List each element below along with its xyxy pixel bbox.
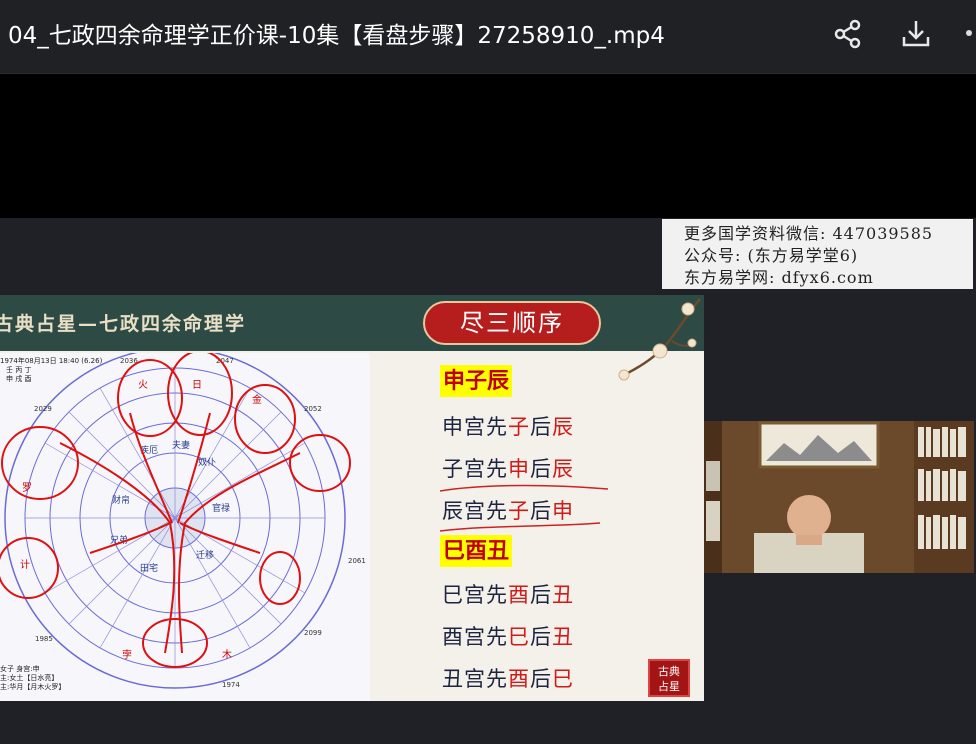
more-icon[interactable]: [966, 30, 972, 36]
share-icon: [834, 19, 861, 49]
chart-footer-line: 女子 身宫:申: [0, 665, 40, 673]
share-button[interactable]: [828, 14, 868, 54]
video-letterbox: [0, 74, 976, 218]
svg-text:奴仆: 奴仆: [198, 456, 216, 468]
slide-topic-pill: 尽三顺序: [423, 301, 601, 345]
svg-text:孛: 孛: [122, 648, 132, 661]
svg-text:财帛: 财帛: [112, 494, 130, 506]
slide-title: 古典占星—七政四余命理学: [0, 313, 247, 335]
webcam-feed: [704, 421, 974, 573]
rule-line: 巳宫先酉后丑: [442, 583, 574, 607]
svg-text:日: 日: [192, 380, 202, 391]
chart-year: 2061: [348, 557, 366, 565]
seal-stamp: 古典 占星: [648, 659, 690, 697]
astrology-chart: 1974年08月13日 18:40 (6.26) 壬 丙 丁 申 戌 酉 疾厄 …: [0, 347, 370, 701]
video-title: 04_七政四余命理学正价课-10集【看盘步骤】27258910_.mp4: [8, 23, 665, 49]
download-icon: [902, 21, 930, 47]
svg-text:金: 金: [252, 393, 262, 406]
chart-header-info: 1974年08月13日 18:40 (6.26) 壬 丙 丁 申 戌 酉: [0, 357, 102, 384]
chart-year: 2052: [304, 405, 322, 413]
seal-text: 古典: [658, 665, 680, 678]
plum-blossom-icon: [618, 298, 701, 381]
rule-line: 酉宫先巳后丑: [442, 625, 574, 649]
rule-line: 申宫先子后辰: [442, 415, 574, 439]
svg-text:火: 火: [138, 379, 148, 391]
chart-year: 2029: [34, 405, 52, 413]
webcam-image: [704, 421, 974, 573]
seal-text: 占星: [658, 680, 680, 693]
watermark-line: 东方易学网: dfyx6.com: [684, 268, 874, 287]
download-button[interactable]: [896, 14, 936, 54]
watermark-line: 更多国学资料微信: 447039585: [684, 224, 934, 243]
chart-footer-line: 主:女土【日水亮】: [0, 674, 59, 682]
svg-text:木: 木: [222, 649, 232, 661]
chart-footer-info: 女子 身宫:申 主:女土【日水亮】 主:华月【月木火罗】: [0, 665, 65, 692]
underline-annotation: [439, 484, 609, 532]
title-bar: 04_七政四余命理学正价课-10集【看盘步骤】27258910_.mp4: [0, 0, 976, 74]
chart-year: 1985: [35, 635, 53, 643]
group-label: 巳酉丑: [440, 535, 513, 567]
svg-text:罗: 罗: [22, 482, 32, 494]
svg-text:田宅: 田宅: [140, 562, 158, 574]
chart-year: 2099: [304, 629, 322, 637]
chart-footer-line: 主:华月【月木火罗】: [0, 683, 66, 691]
chart-header-line: 1974年08月13日 18:40 (6.26): [0, 357, 103, 365]
chart-wheel: 疾厄 夫妻奴仆 财帛官禄 兄弟田宅迁移 火日金 罗计孛木 2036 2047 20…: [0, 347, 366, 689]
rule-line: 丑宫先酉后巳: [442, 667, 574, 691]
svg-text:计: 计: [20, 558, 30, 571]
watermark-line: 公众号: (东方易学堂6): [684, 246, 859, 265]
svg-text:迁移: 迁移: [196, 549, 214, 561]
group-label: 申子辰: [440, 365, 513, 397]
watermark-box: 更多国学资料微信: 447039585 公众号: (东方易学堂6) 东方易学网:…: [662, 219, 973, 289]
chart-header-line: 壬 丙 丁: [6, 366, 32, 374]
presentation-slide: 古典占星—七政四余命理学 尽三顺序 1974年08月13日 18:40 (6.2…: [0, 295, 704, 701]
chart-year: 1974: [222, 681, 240, 689]
chart-header-line: 申 戌 酉: [6, 375, 32, 383]
svg-text:夫妻: 夫妻: [172, 439, 190, 451]
svg-text:官禄: 官禄: [212, 502, 230, 514]
